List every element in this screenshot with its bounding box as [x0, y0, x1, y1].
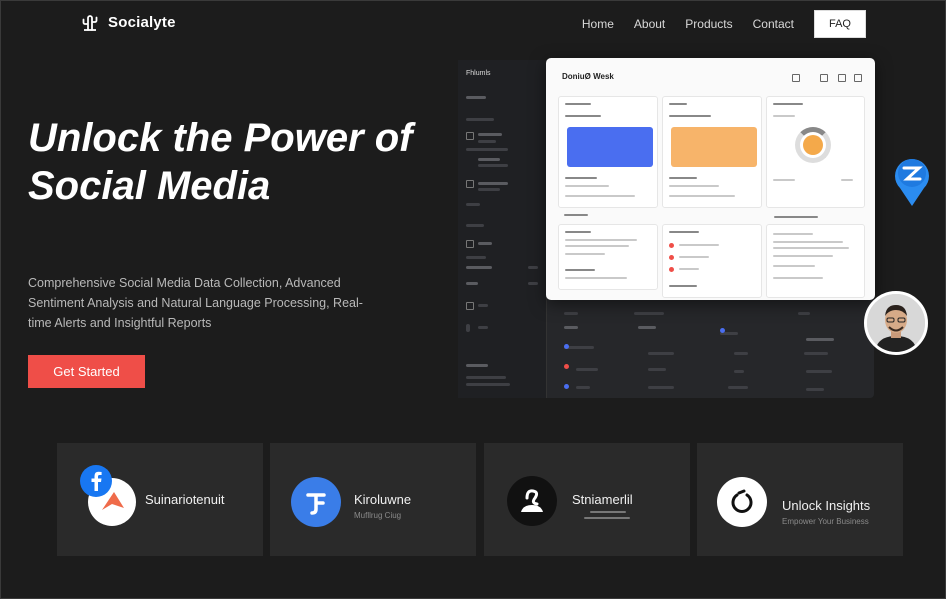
keywords-card [766, 224, 865, 298]
get-started-button[interactable]: Get Started [28, 355, 145, 388]
cactus-icon [82, 15, 98, 31]
feature-card-3[interactable]: Stniamerlil [484, 443, 690, 556]
user-avatar [864, 291, 928, 355]
feature-title-2: Kiroluwne [354, 492, 412, 507]
nav-products[interactable]: Products [685, 17, 732, 31]
feature-subtitle-2: Mufllrug Ciug [354, 511, 402, 520]
hero-subtitle: Comprehensive Social Media Data Collecti… [28, 276, 363, 330]
sentiment-donut-card [766, 96, 865, 208]
loop-logo-icon [717, 477, 767, 527]
blue-logo-icon [291, 477, 341, 527]
feature-card-2[interactable]: Kiroluwne Mufllrug Ciug [270, 443, 476, 556]
alerts-card [662, 224, 762, 298]
dashboard-title: DoniuØ Wesk [562, 72, 614, 81]
location-pin-icon [895, 158, 929, 206]
dashboard-sidebar-brand: Fhlumls [466, 70, 491, 77]
nav-contact[interactable]: Contact [753, 17, 794, 31]
feature-title-3: Stniamerlil [572, 492, 633, 507]
brand-logo[interactable]: Socialyte [80, 12, 176, 32]
stats-card-orange [662, 96, 762, 208]
hero-title: Unlock the Power of Social Media [28, 116, 413, 208]
feature-title-4: Unlock Insights [782, 498, 871, 513]
feature-card-1[interactable]: Suinariotenuit [57, 443, 263, 556]
nav-home[interactable]: Home [582, 17, 614, 31]
stats-card-blue [558, 96, 658, 208]
brand-name: Socialyte [108, 13, 176, 31]
mention-list-card [558, 224, 658, 290]
dashboard-preview: DoniuØ Wesk [546, 58, 875, 300]
feature-card-4[interactable]: Unlock Insights Empower Your Business [697, 443, 903, 556]
dashboard-sidebar: Fhlumls [458, 60, 547, 398]
faq-button[interactable]: FAQ [813, 10, 866, 38]
feature-subtitle-4: Empower Your Business [782, 517, 869, 526]
nav-about[interactable]: About [634, 17, 665, 31]
person-logo-icon [507, 476, 557, 526]
feature-title-1: Suinariotenuit [145, 492, 225, 507]
facebook-logo-icon [80, 465, 112, 497]
main-nav: Home About Products Contact FAQ [582, 10, 866, 38]
